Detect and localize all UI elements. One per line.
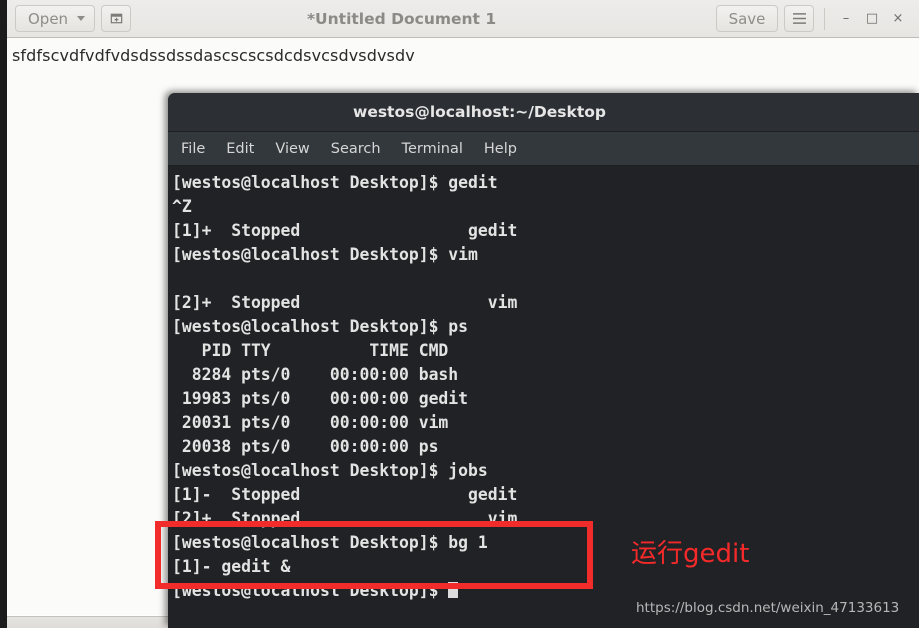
annotation-label: 运行gedit [631,539,750,569]
menu-item-file[interactable]: File [181,141,205,157]
terminal-line: [2]+ Stopped vim [172,509,518,528]
terminal-window: westos@localhost:~/Desktop File Edit Vie… [168,93,919,628]
minimize-icon: – [842,11,850,26]
terminal-line: PID TTY TIME CMD [172,341,449,360]
menu-item-edit[interactable]: Edit [226,141,254,157]
terminal-line: [westos@localhost Desktop]$ ps [172,317,469,336]
close-button[interactable]: × [885,6,911,32]
open-button[interactable]: Open [15,5,96,32]
gedit-document-title: *Untitled Document 1 [306,9,497,28]
terminal-line: 20038 pts/0 00:00:00 ps [172,437,439,456]
open-button-label: Open [28,9,69,28]
terminal-line: [1]- Stopped gedit [172,485,518,504]
menu-item-help[interactable]: Help [484,141,517,157]
menu-item-view[interactable]: View [275,141,309,157]
maximize-icon: □ [865,11,879,26]
terminal-cursor [448,582,459,598]
terminal-line: 20031 pts/0 00:00:00 vim [172,413,449,432]
gedit-header-bar: Open *Untitled Document 1 Save – □ × [7,0,919,38]
watermark-url: https://blog.csdn.net/weixin_47133613 [636,600,900,616]
terminal-line: [2]+ Stopped vim [172,293,518,312]
hamburger-menu-button[interactable] [784,5,814,32]
terminal-title-bar: westos@localhost:~/Desktop [168,93,919,132]
terminal-line: [1]- gedit & [172,557,291,576]
terminal-line: [westos@localhost Desktop]$ gedit [172,173,498,192]
terminal-line: [westos@localhost Desktop]$ vim [172,245,478,264]
terminal-line: [1]+ Stopped gedit [172,221,518,240]
terminal-prompt: [westos@localhost Desktop]$ [172,581,449,600]
menu-item-terminal[interactable]: Terminal [402,141,463,157]
chevron-down-icon [77,16,86,21]
save-button[interactable]: Save [716,5,778,32]
header-divider [824,7,825,30]
terminal-line: ^Z [172,197,192,216]
terminal-output-area[interactable]: [westos@localhost Desktop]$ gedit ^Z [1]… [168,166,919,628]
terminal-line: [westos@localhost Desktop]$ jobs [172,461,488,480]
terminal-menu-bar: File Edit View Search Terminal Help [168,132,919,166]
gedit-document-text[interactable]: sfdfscvdfvdfvdsdssdssdascscscsdcdsvcsdvs… [7,38,919,65]
terminal-title: westos@localhost:~/Desktop [353,103,606,121]
hamburger-menu-icon [792,13,806,24]
maximize-button[interactable]: □ [859,6,885,32]
minimize-button[interactable]: – [833,6,859,32]
new-document-icon [110,13,122,24]
new-document-button[interactable] [101,5,132,32]
save-button-label: Save [728,9,766,28]
terminal-line: 8284 pts/0 00:00:00 bash [172,365,459,384]
terminal-line: 19983 pts/0 00:00:00 gedit [172,389,469,408]
terminal-line: [westos@localhost Desktop]$ bg 1 [172,533,488,552]
close-icon: × [892,11,904,26]
menu-item-search[interactable]: Search [331,141,381,157]
